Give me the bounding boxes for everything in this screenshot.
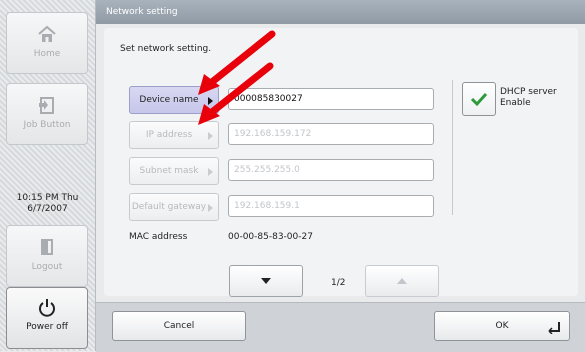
home-button[interactable]: Home	[6, 12, 88, 74]
default-gateway-button[interactable]: Default gateway	[129, 193, 219, 221]
check-icon	[470, 92, 488, 107]
mac-address-value: 00-00-85-83-00-27	[228, 232, 313, 242]
ip-address-label: IP address	[145, 130, 193, 140]
job-button[interactable]: Job Button	[6, 83, 88, 145]
ip-address-field[interactable]: 192.168.159.172	[228, 123, 434, 145]
job-button-label: Job Button	[23, 120, 71, 130]
arrow-up-icon	[397, 278, 407, 284]
device-name-button[interactable]: Device name	[129, 86, 219, 114]
logout-label: Logout	[31, 262, 63, 272]
dhcp-label-line2: Enable	[500, 98, 531, 108]
dhcp-label-line1: DHCP server	[500, 87, 557, 97]
sidebar: Home Job Button 10:15 PM Thu 6/7/2007 Lo…	[0, 0, 96, 351]
divider	[452, 80, 453, 215]
ok-button[interactable]: OK	[434, 311, 570, 341]
logout-button[interactable]: Logout	[6, 225, 88, 287]
triangle-right-icon	[208, 97, 213, 105]
triangle-right-icon	[208, 168, 213, 176]
mac-address-label: MAC address	[129, 232, 188, 242]
job-button-icon	[39, 97, 54, 114]
dhcp-label: DHCP server Enable	[500, 87, 570, 109]
clock-date: 6/7/2007	[27, 204, 68, 214]
default-gateway-field[interactable]: 192.168.159.1	[228, 195, 434, 217]
ip-address-button[interactable]: IP address	[129, 121, 219, 149]
enter-icon	[548, 322, 560, 334]
device-name-field[interactable]: 000085830027	[228, 88, 434, 110]
triangle-right-icon	[208, 132, 213, 140]
instruction-text: Set network setting.	[120, 44, 212, 54]
subnet-mask-label: Subnet mask	[139, 166, 199, 176]
subnet-mask-field[interactable]: 255.255.255.0	[228, 159, 434, 181]
logout-icon	[41, 239, 53, 255]
window-title: Network setting	[96, 0, 585, 24]
subnet-mask-button[interactable]: Subnet mask	[129, 157, 219, 185]
default-gateway-label: Default gateway	[131, 202, 207, 212]
cancel-button[interactable]: Cancel	[112, 311, 246, 341]
home-icon	[38, 25, 56, 42]
arrow-down-icon	[261, 278, 271, 284]
power-off-label: Power off	[26, 322, 68, 332]
power-icon	[39, 299, 55, 317]
page-down-button[interactable]	[229, 265, 303, 297]
clock-time: 10:15 PM Thu	[16, 193, 79, 203]
clock: 10:15 PM Thu 6/7/2007	[0, 193, 95, 215]
dhcp-checkbox[interactable]	[462, 82, 496, 116]
ok-label: OK	[495, 321, 509, 331]
page-up-button[interactable]	[365, 265, 439, 297]
power-off-button[interactable]: Power off	[6, 287, 88, 349]
device-name-label: Device name	[139, 95, 199, 105]
page-indicator: 1/2	[331, 278, 346, 288]
triangle-right-icon	[208, 204, 213, 212]
home-label: Home	[33, 49, 61, 59]
